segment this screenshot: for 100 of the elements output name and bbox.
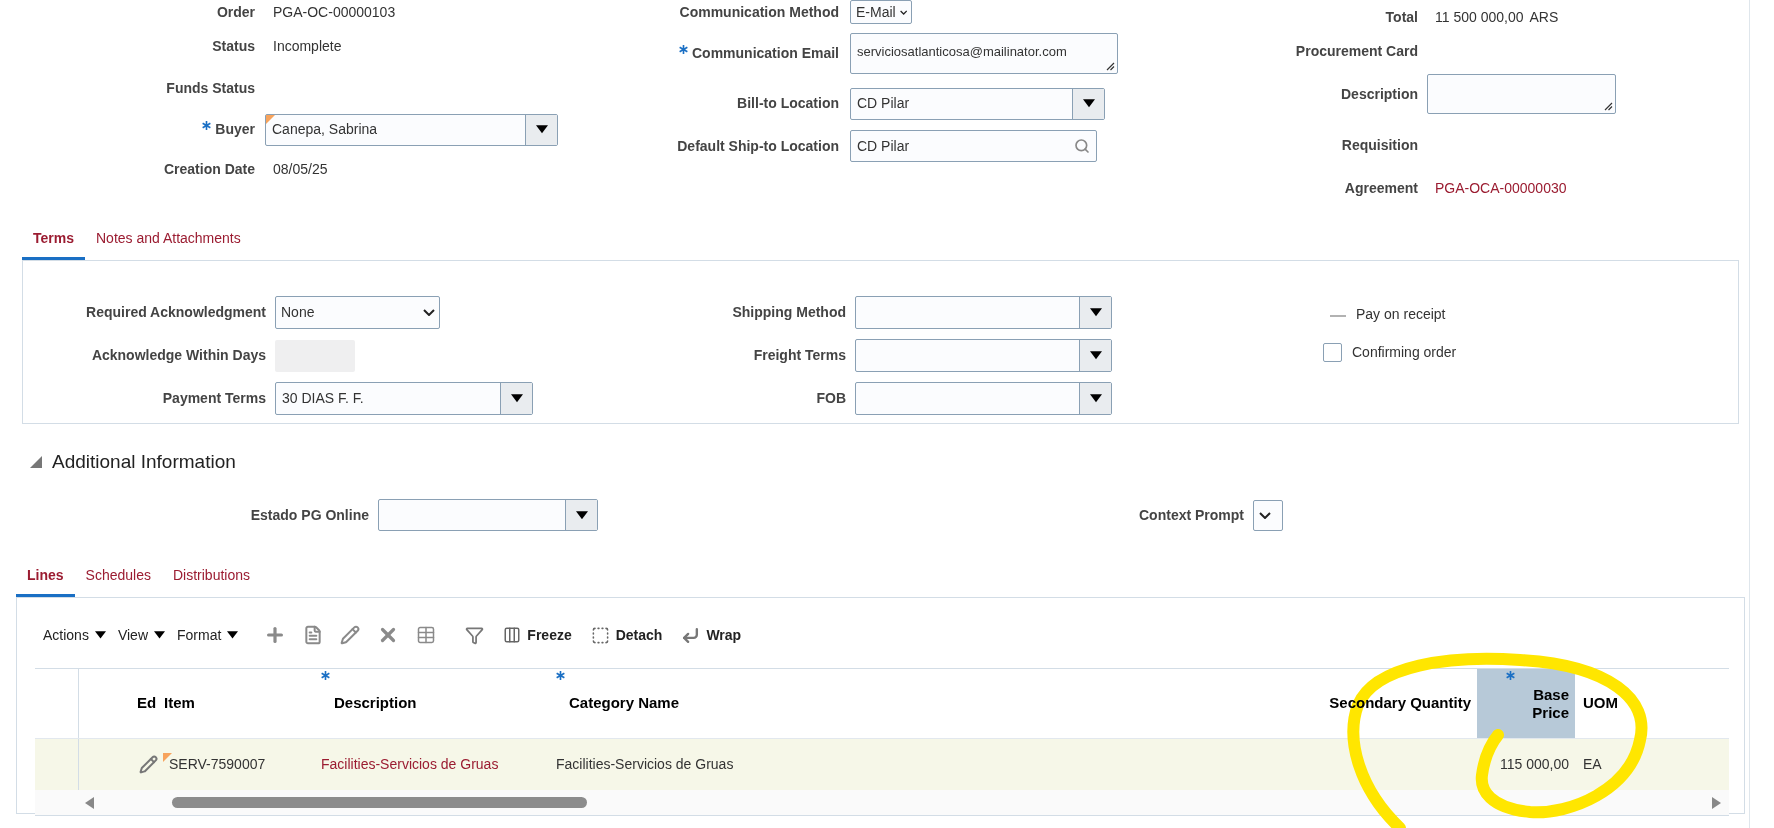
table-cell-text: SERV-7590007 [169,755,266,774]
field-label: Context Prompt [1139,505,1244,525]
field-label: Required Acknowledgment [86,303,266,322]
field-label: Procurement Card [1295,41,1418,61]
toolbar-button[interactable]: Wrap [681,624,742,646]
toolbar-icon-button[interactable] [465,625,485,645]
field-label: Agreement [1344,178,1418,198]
text-area-field[interactable] [1427,74,1616,114]
column-header[interactable]: Item [159,669,316,738]
toolbar-icon-button[interactable] [340,625,361,645]
search-field[interactable]: CD Pilar [850,130,1097,162]
select-field[interactable]: None [275,296,440,329]
currency-code: ARS [1529,7,1559,27]
chevron-down-icon [423,309,435,316]
text-area-field[interactable]: serviciosatlanticosa@mailinator.com [850,32,1118,74]
field-label: Requisition [1341,135,1418,155]
caret-down-icon [1089,351,1102,360]
dropdown-button[interactable] [525,114,557,145]
tab[interactable]: Lines [16,557,75,597]
columns-icon [503,626,522,644]
toolbar-button[interactable]: Freeze [503,624,572,646]
dropdown-field[interactable]: Canepa, Sabrina [265,113,558,146]
dropdown-field[interactable]: CD Pilar [850,87,1105,120]
caret-down-icon [535,125,548,134]
field-label: Order [216,2,255,22]
column-header[interactable]: UOM [1575,669,1661,738]
field-label: Freight Terms [753,346,846,365]
field-value: 08/05/25 [272,159,328,179]
column-header[interactable]: Category Name [551,669,1331,738]
menu-button[interactable]: Actions [43,624,106,646]
search-icon [1074,138,1090,154]
tab[interactable]: Distributions [161,557,261,597]
table-cell: EA [1583,756,1602,772]
scroll-left-icon[interactable] [85,796,94,809]
field-value: PGA-OC-00000103 [272,2,396,22]
checkbox[interactable] [1323,342,1342,362]
caret-down-icon [227,631,239,639]
dropdown-field[interactable] [855,382,1112,415]
caret-down-icon [575,510,588,520]
caret-down-icon [510,394,523,403]
caret-down-icon [1089,394,1102,403]
document-icon [303,625,324,645]
scrollbar-thumb[interactable] [172,797,587,808]
dropdown-field[interactable] [378,499,598,531]
field-label: Shipping Method [732,303,846,322]
chevron-down-icon [1259,511,1271,519]
field-label: Status [212,36,255,56]
table-icon [416,625,437,645]
dropdown-field[interactable] [855,339,1112,372]
caret-down-icon [94,631,106,639]
edit-icon[interactable] [139,755,158,774]
field-label: Creation Date [163,159,255,179]
field-value: Incomplete [272,36,342,56]
dropdown-button[interactable] [1079,297,1111,328]
dropdown-field[interactable]: 30 DIAS F. F. [275,382,533,415]
column-header[interactable]: Description [316,669,551,738]
select-field[interactable]: E-Mail [850,0,912,24]
pencil-icon [340,625,361,645]
expand-triangle-icon[interactable] [30,456,42,468]
toolbar-icon-button[interactable] [416,625,437,645]
dropdown-field[interactable] [855,296,1112,329]
toolbar-button[interactable]: Detach [590,624,663,646]
horizontal-scrollbar[interactable] [35,790,1729,816]
dropdown-button[interactable] [1072,88,1104,119]
dropdown-button[interactable] [565,500,597,530]
resize-grip-icon [1604,102,1613,111]
caret-down-icon [154,631,165,639]
table-row[interactable]: SERV-7590007 Facilities-Servicios de Gruas Facilities-Servicios de Gruas 115 000,00 EA [35,739,1729,790]
column-header[interactable]: Ed [79,669,159,738]
chevron-down-icon [899,8,907,16]
field-label: Estado PG Online [250,505,369,525]
scroll-right-icon[interactable] [1712,796,1721,809]
option-label: Pay on receipt [1356,304,1446,324]
description-link[interactable]: Facilities-Servicios de Gruas [321,756,499,772]
field-label: Acknowledge Within Days [91,346,266,365]
select-field[interactable] [1253,499,1283,531]
dropdown-button[interactable] [1079,383,1111,414]
caret-down-icon [1089,308,1102,317]
caret-down-icon [1082,99,1095,108]
amount-value: 11 500 000,00 [1435,7,1524,27]
field-label: Description [1341,84,1418,104]
agreement-link[interactable]: PGA-OCA-00000030 [1427,177,1567,199]
tab[interactable]: Terms [22,220,85,260]
tab[interactable]: Schedules [74,557,162,597]
column-header[interactable]: Base Price [1477,669,1575,738]
tab[interactable]: Notes and Attachments [85,220,252,260]
toolbar-icon-button[interactable] [303,625,324,645]
field-label: Total [1385,7,1418,27]
return-arrow-icon [681,625,701,645]
dropdown-button[interactable] [1079,340,1111,371]
dropdown-button[interactable] [500,383,532,414]
field-label: Payment Terms [162,389,266,408]
menu-button[interactable]: Format [177,624,239,646]
section-title: Additional Information [52,449,236,474]
filter-icon [465,625,485,645]
dashed-square-icon [590,625,610,645]
menu-button[interactable]: View [117,624,165,646]
table-cell-text: 115 000,00 [1499,755,1569,774]
field-label: Default Ship-to Location [677,136,839,156]
field-label: Communication Email [691,43,839,63]
